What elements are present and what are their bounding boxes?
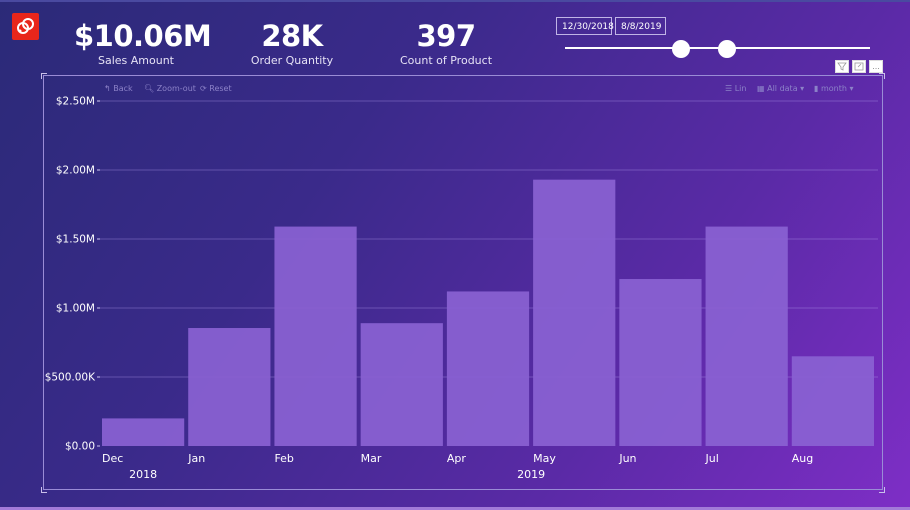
bar[interactable]: [533, 179, 616, 446]
x-tick-label: Jan: [187, 452, 205, 465]
bar[interactable]: [791, 356, 874, 446]
x-tick-label: Dec: [102, 452, 123, 465]
x-tick-label: May: [533, 452, 556, 465]
y-tick-label: $500.00K: [45, 372, 96, 384]
x-tick-label: Feb: [274, 452, 293, 465]
bar[interactable]: [705, 226, 788, 446]
y-tick-label: $2.00M: [56, 165, 95, 177]
y-tick-label: $2.50M: [56, 96, 95, 108]
y-tick-label: $0.00: [65, 441, 95, 453]
x-tick-label: Mar: [361, 452, 382, 465]
bar[interactable]: [446, 291, 530, 446]
x-year-label: 2019: [517, 468, 545, 481]
x-tick-label: Apr: [447, 452, 467, 465]
x-tick-label: Jul: [705, 452, 719, 465]
bar[interactable]: [360, 323, 443, 446]
bar[interactable]: [102, 418, 185, 446]
bar[interactable]: [188, 328, 271, 446]
x-tick-label: Jun: [618, 452, 636, 465]
x-year-label: 2018: [129, 468, 157, 481]
bar[interactable]: [619, 279, 702, 446]
x-tick-label: Aug: [792, 452, 813, 465]
bar[interactable]: [274, 226, 357, 446]
y-tick-label: $1.50M: [56, 234, 95, 246]
chart-plot: $0.00 $500.00K $1.00M $1.50M $2.00M $2.50M Dec…: [45, 96, 878, 481]
y-tick-label: $1.00M: [56, 303, 95, 315]
